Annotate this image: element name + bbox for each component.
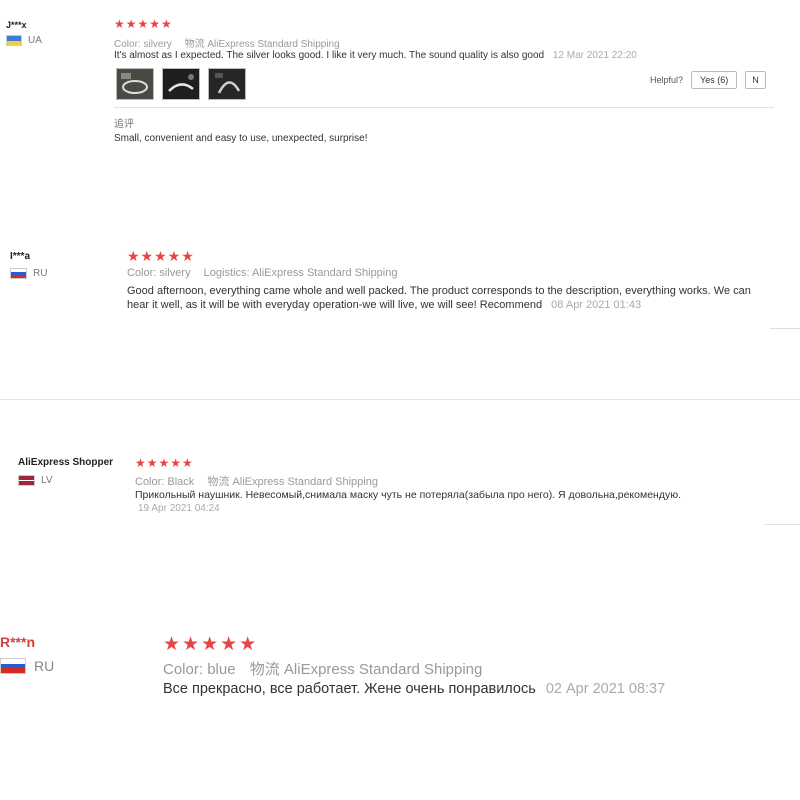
review-date: 12 Mar 2021 22:20	[552, 50, 637, 61]
review-body: It's almost as I expected. The silver lo…	[114, 50, 545, 61]
review-user[interactable]: I***a	[10, 251, 30, 262]
color-value: silvery	[143, 39, 172, 50]
color-value: Black	[167, 476, 195, 488]
shipping-label: 物流	[249, 661, 280, 678]
column-border	[770, 328, 800, 329]
followup-divider	[114, 107, 774, 108]
star-rating: ★★★★★	[114, 17, 173, 31]
flag-ru-icon	[0, 658, 26, 674]
shipping-value: AliExpress Standard Shipping	[207, 39, 340, 50]
review-body: Good afternoon, everything came whole an…	[127, 285, 751, 311]
review-user[interactable]: J***x	[6, 20, 27, 30]
review-country: RU	[0, 658, 54, 674]
shipping-label: 物流	[207, 476, 230, 488]
color-label: Color:	[114, 39, 141, 50]
country-code: RU	[33, 268, 48, 279]
shipping-label: 物流	[184, 39, 205, 50]
review-divider	[0, 399, 800, 400]
review-user[interactable]: R***n	[0, 634, 35, 650]
review-body: Все прекрасно, все работает. Жене очень …	[163, 681, 536, 697]
helpful-yes-button[interactable]: Yes (6)	[691, 71, 738, 89]
flag-ru-icon	[10, 268, 27, 279]
review-date: 19 Apr 2021 04:24	[138, 503, 220, 514]
review-3: AliExpress Shopper LV ★★★★★ Color: Black…	[0, 440, 800, 580]
review-user[interactable]: AliExpress Shopper	[18, 457, 113, 468]
country-code: RU	[34, 658, 55, 674]
review-meta: Color: silvery Logistics: AliExpress Sta…	[127, 267, 407, 279]
review-country: LV	[18, 475, 53, 486]
review-date: 02 Apr 2021 08:37	[545, 681, 666, 697]
star-rating: ★★★★★	[135, 456, 194, 470]
column-border	[765, 524, 800, 525]
review-country: RU	[10, 268, 47, 279]
review-meta: Color: silvery 物流 AliExpress Standard Sh…	[114, 35, 350, 50]
followup-text: Small, convenient and easy to use, unexp…	[114, 133, 368, 144]
review-photo-thumbnail[interactable]	[116, 68, 154, 100]
color-value: silvery	[159, 267, 191, 279]
helpful-section: Helpful? Yes (6) N	[650, 71, 766, 89]
review-date: 08 Apr 2021 01:43	[551, 299, 642, 311]
country-code: LV	[41, 475, 53, 486]
earphone-photo-icon	[163, 69, 199, 99]
review-text: It's almost as I expected. The silver lo…	[114, 50, 794, 61]
shipping-label: Logistics:	[203, 267, 250, 279]
shipping-value: AliExpress Standard Shipping	[232, 476, 378, 488]
earphone-photo-icon	[209, 69, 245, 99]
helpful-no-button[interactable]: N	[745, 71, 766, 89]
earphone-photo-icon	[117, 69, 153, 99]
star-rating: ★★★★★	[163, 634, 259, 655]
review-meta: Color: blue 物流 AliExpress Standard Shipp…	[163, 658, 492, 679]
color-label: Color:	[127, 267, 157, 279]
color-label: Color:	[163, 661, 204, 678]
helpful-label: Helpful?	[650, 75, 684, 85]
review-photo-thumbnail[interactable]	[162, 68, 200, 100]
review-body: Прикольный наушник. Невесомый,снимала ма…	[135, 489, 682, 501]
shipping-value: AliExpress Standard Shipping	[251, 267, 398, 279]
review-1: J***x UA ★★★★★ Color: silvery 物流 AliExpr…	[0, 0, 800, 240]
followup-label: 追评	[114, 119, 134, 130]
review-country: UA	[6, 35, 42, 46]
review-4: R***n RU ★★★★★ Color: blue 物流 AliExpress…	[0, 620, 800, 740]
review-text: Good afternoon, everything came whole an…	[127, 284, 772, 312]
color-value: blue	[207, 661, 236, 678]
flag-ua-icon	[6, 35, 22, 46]
review-photo-thumbnail[interactable]	[208, 68, 246, 100]
review-text: Все прекрасно, все работает. Жене очень …	[163, 681, 665, 697]
star-rating: ★★★★★	[127, 248, 195, 264]
country-code: UA	[28, 35, 42, 46]
review-2: I***a RU ★★★★★ Color: silvery Logistics:…	[0, 240, 800, 400]
shipping-value: AliExpress Standard Shipping	[283, 661, 483, 678]
review-meta: Color: Black 物流 AliExpress Standard Ship…	[135, 473, 388, 489]
color-label: Color:	[135, 476, 165, 488]
flag-lv-icon	[18, 475, 35, 486]
